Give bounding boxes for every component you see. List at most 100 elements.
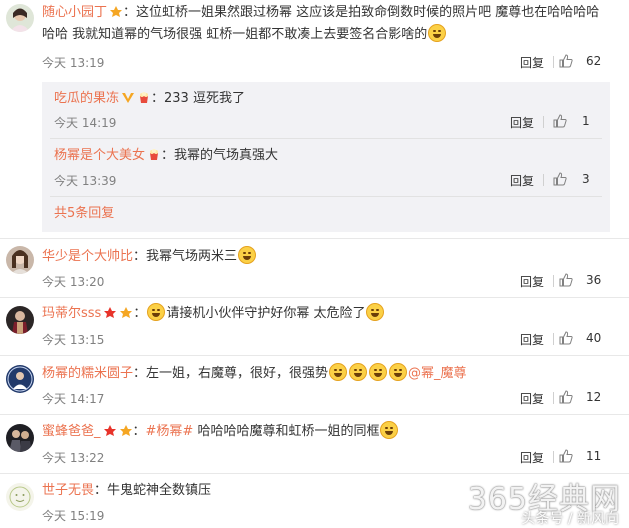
divider	[553, 275, 554, 287]
divider	[553, 392, 554, 404]
sub-reply-text: ：233 逗死我了	[151, 91, 245, 106]
comment-item: 杨幂的糯米圆子：左一姐，右魔尊，很好，很强势 @幂_魔尊 今天 14:17 回复 …	[0, 359, 629, 411]
comment-time: 今天 13:15	[42, 333, 105, 347]
popcorn-icon	[137, 90, 151, 103]
thumb-up-icon	[558, 330, 574, 349]
like-count: 36	[586, 273, 602, 287]
star-icon	[103, 305, 117, 318]
avatar[interactable]	[6, 4, 34, 32]
star-icon	[103, 423, 117, 436]
username[interactable]: 蜜蜂爸爸_	[42, 424, 101, 439]
reply-time: 今天 13:39	[54, 174, 117, 188]
divider	[0, 355, 629, 356]
divider	[0, 414, 629, 415]
username[interactable]: 杨幂的糯米圆子	[42, 366, 133, 381]
like-button[interactable]: 11	[558, 447, 612, 467]
comment-time: 今天 13:20	[42, 275, 105, 289]
laughing-emoji-icon	[147, 303, 166, 321]
hashtag-link[interactable]: #杨幂#	[146, 424, 194, 439]
avatar[interactable]	[6, 306, 34, 334]
thumb-up-icon	[558, 448, 574, 467]
laughing-emoji-icon	[329, 363, 348, 381]
like-count: 1	[582, 114, 590, 128]
laughing-emoji-icon	[349, 363, 368, 381]
comment-time: 今天 13:22	[42, 451, 105, 465]
divider	[543, 174, 544, 186]
mention-link[interactable]: @幂_魔尊	[408, 366, 467, 381]
thumb-up-icon	[558, 272, 574, 291]
divider	[553, 333, 554, 345]
comment-text: ：左一姐，右魔尊，很好，很强势	[133, 366, 329, 381]
like-count: 40	[586, 331, 602, 345]
divider	[50, 138, 602, 139]
avatar[interactable]	[6, 483, 34, 511]
vip-icon	[119, 305, 133, 318]
thumb-up-icon	[558, 53, 574, 72]
thumb-up-icon	[558, 389, 574, 408]
username[interactable]: 杨幂是个大美女	[54, 148, 145, 163]
comment-time: 今天 14:17	[42, 392, 105, 406]
avatar[interactable]	[6, 365, 34, 393]
reply-button[interactable]: 回复	[520, 54, 544, 71]
thumb-up-icon	[552, 171, 568, 190]
like-count: 62	[586, 54, 602, 68]
comment-text: 哈哈哈哈魔尊和虹桥一姐的同框	[193, 424, 380, 439]
comment-time: 今天 13:19	[42, 56, 105, 70]
reply-button[interactable]: 回复	[520, 331, 544, 348]
comment-item: 玛蒂尔sss：请接机小伙伴守护好你幂 太危险了 今天 13:15 回复 40	[0, 300, 629, 352]
comment-text: 请接机小伙伴守护好你幂 太危险了	[166, 306, 366, 321]
sweat-emoji-icon	[369, 363, 388, 381]
avatar[interactable]	[6, 424, 34, 452]
sweat-emoji-icon	[389, 363, 408, 381]
like-button[interactable]: 40	[558, 329, 612, 349]
thumb-up-icon	[552, 113, 568, 132]
vip-icon	[119, 423, 133, 436]
vip-icon	[109, 4, 123, 17]
watermark-caption: 头条号 / 新风向	[521, 511, 619, 527]
avatar[interactable]	[6, 246, 34, 274]
divider	[543, 116, 544, 128]
reply-button[interactable]: 回复	[520, 390, 544, 407]
like-count: 12	[586, 390, 602, 404]
like-button[interactable]: 12	[558, 388, 612, 408]
like-button[interactable]: 36	[558, 271, 612, 291]
username[interactable]: 华少是个大帅比	[42, 249, 133, 264]
more-replies-link[interactable]: 共5条回复	[54, 206, 114, 221]
reply-button[interactable]: 回复	[510, 114, 534, 131]
like-button[interactable]: 3	[552, 170, 600, 190]
divider	[0, 238, 629, 239]
like-button[interactable]: 1	[552, 112, 600, 132]
like-count: 3	[582, 172, 590, 186]
reply-time: 今天 14:19	[54, 116, 117, 130]
comment-item: 蜜蜂爸爸_ ：#杨幂# 哈哈哈哈魔尊和虹桥一姐的同框 今天 13:22 回复 11	[0, 418, 629, 470]
reply-button[interactable]: 回复	[520, 273, 544, 290]
laughing-emoji-icon	[380, 421, 399, 439]
comment-time: 今天 15:19	[42, 509, 105, 523]
comment-text: ：我幂气场两米三	[133, 249, 238, 264]
like-button[interactable]: 62	[558, 52, 612, 72]
comment-item: 随心小园丁 ：这位虹桥一姐果然跟过杨幂 这应该是拍致命倒数时候的照片吧 魔尊也在哈…	[0, 0, 629, 236]
pray-emoji-icon	[366, 303, 385, 321]
reply-button[interactable]: 回复	[510, 172, 534, 189]
comment-text: ：牛鬼蛇神全数镇压	[94, 483, 212, 498]
username[interactable]: 随心小园丁	[42, 5, 107, 20]
divider	[553, 451, 554, 463]
divider	[553, 56, 554, 68]
like-count: 11	[586, 449, 602, 463]
divider	[0, 297, 629, 298]
username[interactable]: 玛蒂尔sss	[42, 306, 101, 321]
username[interactable]: 世子无畏	[42, 483, 94, 498]
cat-emoji-icon	[238, 246, 257, 264]
sub-replies: 吃瓜的果冻 ：233 逗死我了 今天 14:19 回复 1 杨幂是个大美女 ：我幂的…	[42, 82, 610, 232]
laughing-emoji-icon	[428, 24, 447, 42]
comment-item: 华少是个大帅比：我幂气场两米三 今天 13:20 回复 36	[0, 242, 629, 294]
verified-icon	[121, 90, 135, 103]
sub-reply-item: 杨幂是个大美女 ：我幂的气场真强大	[54, 145, 602, 167]
sub-reply-text: ：我幂的气场真强大	[161, 148, 279, 163]
popcorn-icon	[147, 147, 161, 160]
reply-button[interactable]: 回复	[520, 449, 544, 466]
divider	[50, 196, 602, 197]
more-replies-row: 共5条回复	[54, 203, 602, 225]
comment-text: ：这位虹桥一姐果然跟过杨幂 这应该是拍致命倒数时候的照片吧 魔尊也在哈哈哈哈	[123, 5, 600, 20]
username[interactable]: 吃瓜的果冻	[54, 91, 119, 106]
